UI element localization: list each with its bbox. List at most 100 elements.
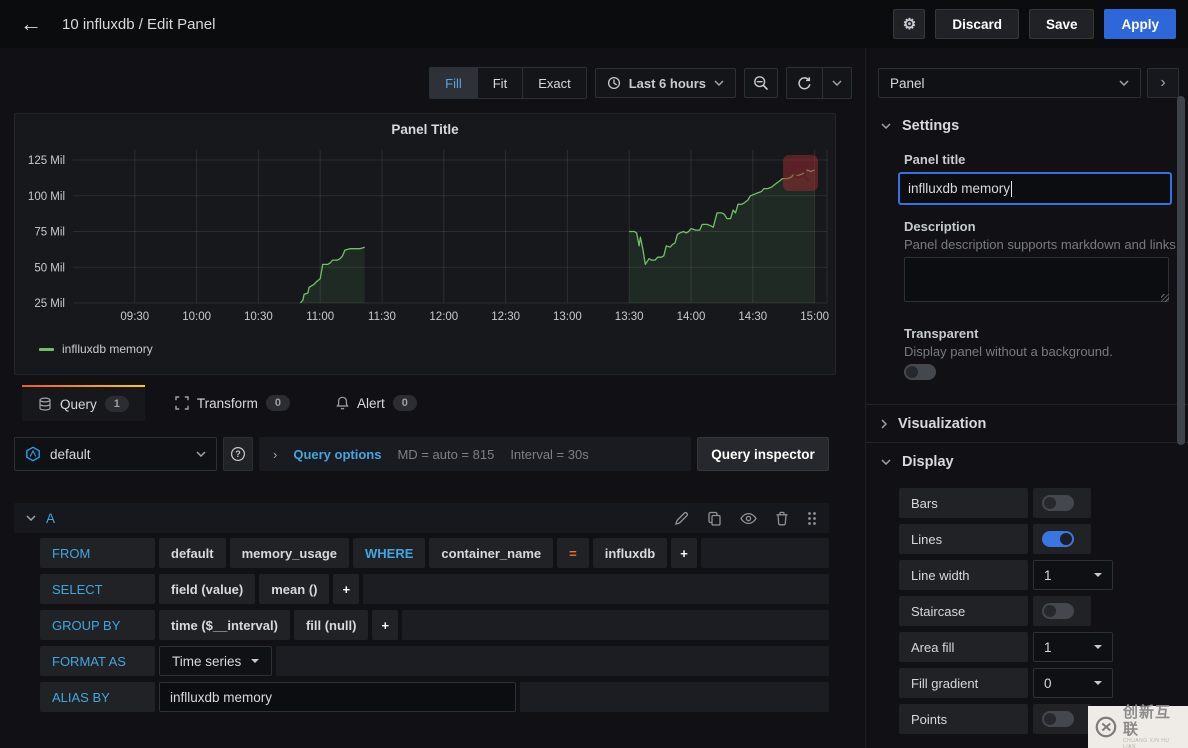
tab-query-label: Query xyxy=(60,396,97,412)
svg-text:75 Mil: 75 Mil xyxy=(34,227,65,239)
panel-title-input[interactable]: inflluxdb memory xyxy=(898,172,1172,205)
chart-legend: inflluxdb memory xyxy=(39,342,153,356)
refresh-interval-dropdown[interactable] xyxy=(822,68,851,98)
datasource-help-icon[interactable]: ? xyxy=(223,437,253,471)
staircase-toggle[interactable] xyxy=(1042,603,1074,619)
time-range-picker[interactable]: Last 6 hours xyxy=(594,68,736,98)
tab-transform[interactable]: Transform 0 xyxy=(159,385,306,421)
tab-alert[interactable]: Alert 0 xyxy=(320,385,433,421)
add-condition-button[interactable]: + xyxy=(671,538,697,568)
query-options-label[interactable]: Query options xyxy=(293,447,381,462)
svg-text:09:30: 09:30 xyxy=(120,311,149,323)
transparent-hint: Display panel without a background. xyxy=(904,344,1113,359)
apply-button[interactable]: Apply xyxy=(1104,9,1176,39)
select-field-segment[interactable]: field (value) xyxy=(159,574,256,604)
datasource-name: default xyxy=(50,446,91,462)
watermark-name: 创新互联 xyxy=(1122,704,1171,738)
from-label[interactable]: FROM xyxy=(40,538,155,568)
exact-button[interactable]: Exact xyxy=(523,68,586,98)
line-width-select[interactable]: 1 xyxy=(1033,560,1113,590)
groupby-label[interactable]: GROUP BY xyxy=(40,610,155,640)
eye-icon[interactable] xyxy=(740,512,757,525)
display-section-header[interactable]: Display xyxy=(866,454,954,470)
visualization-title: Visualization xyxy=(898,416,987,432)
where-operator-segment[interactable]: = xyxy=(557,538,589,568)
magnifier-overlay-icon xyxy=(783,155,818,191)
format-as-value: Time series xyxy=(172,653,242,669)
sidebar-scrollbar[interactable] xyxy=(1177,96,1185,445)
pane-size-group: Fill Fit Exact xyxy=(429,67,587,99)
editor-tabs: Query 1 Transform 0 Alert 0 xyxy=(14,385,447,421)
tab-alert-label: Alert xyxy=(357,395,385,411)
query-inspector-button[interactable]: Query inspector xyxy=(697,437,829,471)
add-groupby-button[interactable]: + xyxy=(372,610,399,640)
fit-button[interactable]: Fit xyxy=(477,68,524,98)
save-button[interactable]: Save xyxy=(1028,9,1095,39)
tab-alert-badge: 0 xyxy=(392,395,417,411)
add-select-button[interactable]: + xyxy=(333,574,360,604)
gear-icon[interactable]: ⚙ xyxy=(893,9,926,39)
panel-title-label: Panel title xyxy=(904,152,966,167)
drag-handle-icon[interactable] xyxy=(807,511,817,526)
transparent-toggle[interactable] xyxy=(904,364,936,380)
display-option-staircase: Staircase xyxy=(899,596,1188,626)
textarea-resize-handle[interactable] xyxy=(1161,294,1169,302)
query-options-bar[interactable]: › Query options MD = auto = 815 Interval… xyxy=(259,437,691,471)
format-as-label[interactable]: FORMAT AS xyxy=(40,646,155,676)
row-filler xyxy=(363,574,829,604)
select-fn-segment[interactable]: mean () xyxy=(259,574,330,604)
watermark-logo-icon xyxy=(1095,716,1117,738)
lines-toggle[interactable] xyxy=(1042,531,1074,547)
query-actions xyxy=(674,511,817,526)
collapse-sidebar-button[interactable]: › xyxy=(1147,68,1179,98)
panel-options-select[interactable]: Panel xyxy=(878,68,1141,98)
back-arrow-icon[interactable]: ← xyxy=(0,11,62,37)
chevron-right-icon: › xyxy=(1160,74,1166,91)
chevron-right-icon: › xyxy=(273,446,278,462)
points-toggle[interactable] xyxy=(1042,711,1074,727)
settings-section-header[interactable]: Settings xyxy=(866,118,959,134)
svg-text:50 Mil: 50 Mil xyxy=(34,262,65,274)
clock-icon xyxy=(607,76,621,90)
from-db-segment[interactable]: default xyxy=(159,538,226,568)
trash-icon[interactable] xyxy=(775,511,789,526)
where-key-segment[interactable]: container_name xyxy=(429,538,554,568)
groupby-fill-segment[interactable]: fill (null) xyxy=(293,610,369,640)
chevron-down-icon xyxy=(714,80,724,86)
where-keyword-segment[interactable]: WHERE xyxy=(353,538,426,568)
format-as-select[interactable]: Time series xyxy=(159,646,273,676)
section-divider xyxy=(866,404,1188,405)
duplicate-icon[interactable] xyxy=(707,511,722,526)
fill-button[interactable]: Fill xyxy=(430,68,478,98)
where-value-segment[interactable]: influxdb xyxy=(592,538,668,568)
tab-query[interactable]: Query 1 xyxy=(22,385,145,421)
alias-by-label[interactable]: ALIAS BY xyxy=(40,682,155,712)
fill-gradient-select[interactable]: 0 xyxy=(1033,668,1113,698)
panel-preview: Panel Title 09:30 10:00 10:30 11:00 11:30 12:… xyxy=(14,113,836,375)
chevron-down-icon xyxy=(1119,80,1129,86)
from-measurement-segment[interactable]: memory_usage xyxy=(229,538,350,568)
lines-label: Lines xyxy=(899,524,1028,554)
description-textarea[interactable] xyxy=(904,257,1169,302)
svg-text:12:30: 12:30 xyxy=(491,311,520,323)
edit-pencil-icon[interactable] xyxy=(674,511,689,526)
svg-text:25 Mil: 25 Mil xyxy=(34,298,65,310)
discard-button[interactable]: Discard xyxy=(935,9,1019,39)
time-series-chart[interactable]: 09:30 10:00 10:30 11:00 11:30 12:00 12:30 13:00… xyxy=(21,142,829,332)
bars-toggle[interactable] xyxy=(1042,495,1074,511)
datasource-select[interactable]: default xyxy=(14,437,217,471)
alias-by-input[interactable] xyxy=(159,682,516,712)
query-row-header[interactable]: A xyxy=(14,503,829,533)
display-option-lines: Lines xyxy=(899,524,1188,554)
select-label[interactable]: SELECT xyxy=(40,574,155,604)
area-fill-select[interactable]: 1 xyxy=(1033,632,1113,662)
zoom-out-button[interactable] xyxy=(744,68,778,98)
text-cursor xyxy=(1011,180,1013,197)
database-icon xyxy=(38,397,52,411)
groupby-time-segment[interactable]: time ($__interval) xyxy=(159,610,290,640)
refresh-button[interactable] xyxy=(787,68,822,98)
visualization-section-header[interactable]: Visualization xyxy=(866,416,986,432)
legend-series-label[interactable]: inflluxdb memory xyxy=(62,342,153,356)
top-bar: ← 10 influxdb / Edit Panel ⚙ Discard Sav… xyxy=(0,0,1188,48)
time-range-label: Last 6 hours xyxy=(628,75,706,91)
